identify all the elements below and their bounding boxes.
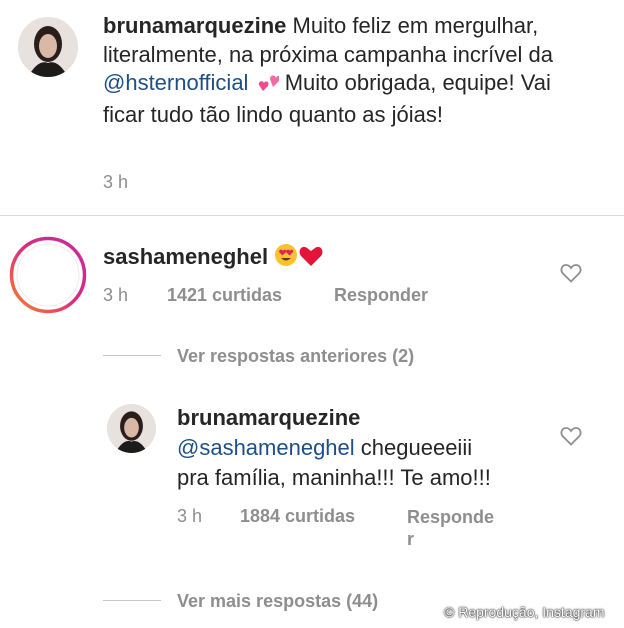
comment-timestamp: 3 h — [103, 285, 129, 305]
heart-eyes-emoji-icon — [274, 243, 298, 274]
section-divider — [0, 215, 624, 216]
post-caption: brunamarquezine Muito feliz em mergulhar… — [103, 12, 573, 129]
reply-likes[interactable]: 1884 curtidas — [240, 506, 355, 527]
post-author-avatar[interactable] — [18, 17, 78, 77]
reply-body: brunamarquezine @sashameneghel chegueeei… — [177, 403, 557, 493]
more-replies-link[interactable]: Ver mais respostas (44) — [177, 591, 378, 612]
view-previous-rule — [103, 355, 161, 356]
comment-body: sashameneghel — [103, 243, 324, 274]
caption-mention[interactable]: @hsternofficial — [103, 70, 248, 95]
reply-reply-button[interactable]: Responde r — [407, 506, 494, 550]
comment-username[interactable]: sashameneghel — [103, 244, 268, 269]
photo-credit: © Reprodução, Instagram — [444, 604, 605, 620]
reply-text-line-2: pra família, maninha!!! Te amo!!! — [177, 465, 491, 490]
comment-avatar-story-ring[interactable] — [9, 236, 87, 314]
reply-mention[interactable]: @sashameneghel — [177, 435, 355, 460]
reply-author-avatar[interactable] — [107, 404, 156, 453]
reply-username[interactable]: brunamarquezine — [177, 403, 557, 433]
reply-like-heart-icon[interactable] — [560, 426, 582, 446]
reply-button-label-line-2: r — [407, 529, 415, 549]
reply-text-line-1: chegueeeiii — [354, 435, 473, 460]
comment-likes[interactable]: 1421 curtidas — [167, 285, 282, 306]
more-replies-rule — [103, 600, 161, 601]
post-author-username[interactable]: brunamarquezine — [103, 13, 286, 38]
view-previous-replies-link[interactable]: Ver respostas anteriores (2) — [177, 346, 414, 367]
heart-emoji-icon — [298, 245, 324, 274]
two-hearts-emoji-icon — [255, 71, 280, 101]
comment-like-heart-icon[interactable] — [560, 263, 582, 283]
reply-timestamp: 3 h — [177, 506, 203, 526]
reply-button-label-line-1: Responde — [407, 507, 495, 527]
comment-reply-button[interactable]: Responder — [334, 285, 428, 306]
post-timestamp: 3 h — [103, 172, 129, 192]
